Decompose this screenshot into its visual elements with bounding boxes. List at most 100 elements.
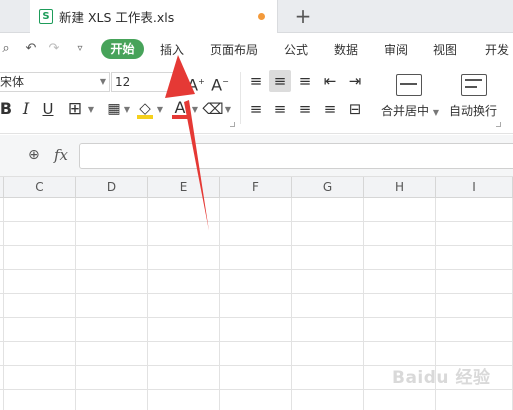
- grid-cell[interactable]: [148, 198, 220, 222]
- column-header-d[interactable]: D: [76, 177, 148, 198]
- chevron-down-icon[interactable]: ▼: [223, 99, 233, 121]
- grid-cell[interactable]: [292, 294, 364, 318]
- grid-cell[interactable]: [4, 294, 76, 318]
- grid-cell[interactable]: [364, 366, 436, 390]
- column-header-c[interactable]: C: [4, 177, 76, 198]
- grid-cell[interactable]: [292, 366, 364, 390]
- grid-cell[interactable]: [4, 390, 76, 410]
- grid-cell[interactable]: [220, 270, 292, 294]
- grid-cell[interactable]: [436, 198, 513, 222]
- chevron-down-icon[interactable]: ▼: [190, 99, 200, 121]
- chevron-down-icon[interactable]: ▼: [86, 99, 96, 121]
- grid-cell[interactable]: [220, 246, 292, 270]
- font-color-icon[interactable]: A: [169, 97, 191, 119]
- fill-color-icon[interactable]: ◇: [134, 97, 156, 119]
- align-right-icon[interactable]: ≡: [294, 98, 316, 120]
- grid-cell[interactable]: [436, 222, 513, 246]
- underline-button[interactable]: U: [37, 98, 59, 120]
- chevron-down-icon[interactable]: ▼: [122, 99, 132, 121]
- grid-cell[interactable]: [364, 294, 436, 318]
- chevron-down-icon[interactable]: ▼: [431, 102, 441, 124]
- align-bottom-icon[interactable]: ≡: [294, 70, 316, 92]
- grid-cell[interactable]: [76, 222, 148, 246]
- grid-cell[interactable]: [364, 342, 436, 366]
- grid-cell[interactable]: [220, 390, 292, 410]
- grid-cell[interactable]: [364, 246, 436, 270]
- grid-cell[interactable]: [4, 198, 76, 222]
- grid-cell[interactable]: [4, 318, 76, 342]
- grid-cell[interactable]: [148, 390, 220, 410]
- wrap-text-icon[interactable]: [461, 74, 487, 96]
- borders-icon[interactable]: ⊞: [64, 98, 86, 120]
- grid-cell[interactable]: [292, 270, 364, 294]
- font-dialog-launcher-icon[interactable]: [230, 122, 235, 127]
- grid-cell[interactable]: [292, 198, 364, 222]
- grid-cell[interactable]: [148, 270, 220, 294]
- font-size-select[interactable]: 12 ▼: [111, 72, 181, 92]
- grid-cell[interactable]: [4, 270, 76, 294]
- grid-cell[interactable]: [220, 318, 292, 342]
- grid-cell[interactable]: [292, 318, 364, 342]
- increase-indent-icon[interactable]: ⇥: [344, 70, 366, 92]
- grid-cell[interactable]: [4, 366, 76, 390]
- italic-button[interactable]: I: [15, 98, 37, 120]
- new-tab-button[interactable]: +: [292, 5, 314, 27]
- menu-tab-data[interactable]: 数据: [334, 41, 358, 58]
- distributed-align-icon[interactable]: ⊟: [344, 98, 366, 120]
- wrap-text-label[interactable]: 自动换行: [449, 102, 497, 119]
- grid-cell[interactable]: [220, 198, 292, 222]
- grid-cell[interactable]: [436, 390, 513, 410]
- grid-cell[interactable]: [220, 294, 292, 318]
- align-left-icon[interactable]: ≡: [245, 98, 267, 120]
- insert-function-fx-button[interactable]: fx: [54, 146, 68, 164]
- grid-cell[interactable]: [364, 222, 436, 246]
- decrease-indent-icon[interactable]: ⇤: [319, 70, 341, 92]
- grid-cell[interactable]: [76, 294, 148, 318]
- grid-cell[interactable]: [436, 342, 513, 366]
- grid-cell[interactable]: [4, 246, 76, 270]
- grid-cell[interactable]: [364, 390, 436, 410]
- grid-cell[interactable]: [220, 342, 292, 366]
- grid-cell[interactable]: [76, 342, 148, 366]
- menu-tab-formulas[interactable]: 公式: [284, 41, 308, 58]
- column-header-i[interactable]: I: [436, 177, 513, 198]
- grid-cell[interactable]: [436, 270, 513, 294]
- grid-cell[interactable]: [436, 246, 513, 270]
- menu-tab-home[interactable]: 开始: [101, 39, 144, 59]
- zoom-search-icon[interactable]: ⊕: [28, 147, 46, 165]
- grid-cell[interactable]: [148, 318, 220, 342]
- grid-cell[interactable]: [76, 366, 148, 390]
- menu-tab-developer[interactable]: 开发: [485, 41, 509, 58]
- formula-input[interactable]: [79, 143, 513, 169]
- grid-cell[interactable]: [148, 222, 220, 246]
- grid-cell[interactable]: [76, 246, 148, 270]
- grid-cell[interactable]: [364, 198, 436, 222]
- grid-cell[interactable]: [364, 318, 436, 342]
- column-header-g[interactable]: G: [292, 177, 364, 198]
- grid-cell[interactable]: [76, 390, 148, 410]
- justify-icon[interactable]: ≡: [319, 98, 341, 120]
- alignment-dialog-launcher-icon[interactable]: [496, 122, 501, 127]
- grid-cell[interactable]: [436, 366, 513, 390]
- increase-font-size-icon[interactable]: A+: [185, 71, 207, 94]
- grid-cell[interactable]: [76, 198, 148, 222]
- grid-cell[interactable]: [436, 318, 513, 342]
- grid-cell[interactable]: [4, 342, 76, 366]
- undo-icon[interactable]: ↶: [22, 40, 40, 58]
- grid-cell[interactable]: [292, 246, 364, 270]
- grid-cell[interactable]: [148, 246, 220, 270]
- align-top-icon[interactable]: ≡: [245, 70, 267, 92]
- clear-format-eraser-icon[interactable]: ⌫: [202, 98, 224, 120]
- print-preview-icon[interactable]: ⌕: [0, 40, 15, 58]
- cell-grid[interactable]: [0, 198, 513, 410]
- align-center-icon[interactable]: ≡: [269, 98, 291, 120]
- grid-cell[interactable]: [292, 390, 364, 410]
- document-tab[interactable]: S 新建 XLS 工作表.xls: [30, 0, 278, 33]
- menu-tab-review[interactable]: 审阅: [384, 41, 408, 58]
- grid-cell[interactable]: [220, 366, 292, 390]
- grid-cell[interactable]: [4, 222, 76, 246]
- chevron-down-icon[interactable]: ▼: [155, 99, 165, 121]
- merge-center-label[interactable]: 合并居中: [381, 102, 429, 119]
- menu-tab-view[interactable]: 视图: [433, 41, 457, 58]
- grid-cell[interactable]: [364, 270, 436, 294]
